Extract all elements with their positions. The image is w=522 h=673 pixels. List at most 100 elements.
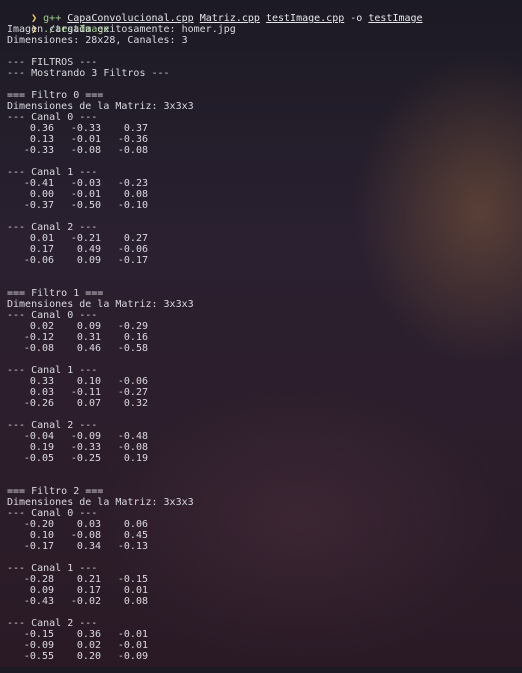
- matrix-value: 0.17: [29, 244, 54, 255]
- channel-header: --- Canal 2 ---: [7, 222, 98, 233]
- matrix-value: -0.08: [117, 442, 148, 453]
- matrix-value: -0.06: [117, 244, 148, 255]
- filter-header: === Filtro 1 ===: [7, 288, 104, 299]
- matrix-dimensions: Dimensiones de la Matriz: 3x3x3: [7, 101, 194, 112]
- matrix-value: 0.34: [76, 541, 101, 552]
- matrix-value: 0.09: [76, 255, 101, 266]
- matrix-value: -0.04: [23, 431, 54, 442]
- matrix-value: -0.01: [70, 189, 101, 200]
- matrix-row: 0.17 0.49 -0.06: [7, 244, 519, 255]
- matrix-value: 0.10: [29, 530, 54, 541]
- matrix-value: 0.09: [76, 321, 101, 332]
- matrix-value: -0.43: [23, 596, 54, 607]
- matrix-row: -0.55 0.20 -0.09: [7, 651, 519, 662]
- matrix-row: 0.02 0.09 -0.29: [7, 321, 519, 332]
- matrix-row: -0.12 0.31 0.16: [7, 332, 519, 343]
- matrix-value: 0.01: [123, 585, 148, 596]
- matrix-value: -0.06: [117, 376, 148, 387]
- matrix-value: -0.55: [23, 651, 54, 662]
- matrix-value: -0.01: [117, 629, 148, 640]
- matrix-value: 0.02: [29, 321, 54, 332]
- matrix-value: 0.32: [123, 398, 148, 409]
- matrix-row: 0.13 -0.01 -0.36: [7, 134, 519, 145]
- matrix-value: -0.02: [70, 596, 101, 607]
- file-link[interactable]: testImage.cpp: [266, 13, 344, 24]
- matrix-value: -0.33: [70, 442, 101, 453]
- matrix-value: 0.10: [76, 376, 101, 387]
- matrix-row: -0.20 0.03 0.06: [7, 519, 519, 530]
- file-link[interactable]: CapaConvolucional.cpp: [67, 13, 193, 24]
- matrix-value: -0.12: [23, 332, 54, 343]
- matrix-value: 0.03: [76, 519, 101, 530]
- matrix-value: -0.10: [117, 200, 148, 211]
- matrix-value: 0.00: [29, 189, 54, 200]
- matrix-value: -0.27: [117, 387, 148, 398]
- matrix-value: 0.31: [76, 332, 101, 343]
- program-output-header: Imagen cargada exitosamente: homer.jpg Di…: [7, 24, 519, 90]
- matrix-value: -0.50: [70, 200, 101, 211]
- matrix-value: -0.17: [23, 541, 54, 552]
- matrix-value: -0.36: [117, 134, 148, 145]
- filters-output: === Filtro 0 === Dimensiones de la Matriz…: [7, 90, 519, 673]
- matrix-value: 0.27: [123, 233, 148, 244]
- matrix-row: -0.05 -0.25 0.19: [7, 453, 519, 464]
- matrix-value: 0.16: [123, 332, 148, 343]
- file-link[interactable]: Matriz.cpp: [200, 13, 260, 24]
- matrix-value: -0.03: [70, 178, 101, 189]
- matrix-value: 0.08: [123, 189, 148, 200]
- command-line: ❯ g++ CapaConvolucional.cpp Matriz.cpp t…: [7, 2, 519, 24]
- matrix-value: -0.08: [23, 343, 54, 354]
- matrix-row: -0.33 -0.08 -0.08: [7, 145, 519, 156]
- matrix-value: 0.13: [29, 134, 54, 145]
- matrix-value: 0.36: [29, 123, 54, 134]
- matrix-value: -0.25: [70, 453, 101, 464]
- matrix-value: 0.08: [123, 596, 148, 607]
- matrix-value: -0.26: [23, 398, 54, 409]
- matrix-value: -0.08: [117, 145, 148, 156]
- matrix-value: 0.46: [76, 343, 101, 354]
- matrix-row: -0.09 0.02 -0.01: [7, 640, 519, 651]
- matrix-value: 0.33: [29, 376, 54, 387]
- matrix-row: 0.19 -0.33 -0.08: [7, 442, 519, 453]
- matrix-value: -0.13: [117, 541, 148, 552]
- command-flag: -o: [350, 13, 363, 24]
- terminal-window[interactable]: ❯ g++ CapaConvolucional.cpp Matriz.cpp t…: [7, 2, 519, 673]
- matrix-row: -0.17 0.34 -0.13: [7, 541, 519, 552]
- matrix-row: 0.01 -0.21 0.27: [7, 233, 519, 244]
- matrix-value: -0.33: [70, 123, 101, 134]
- matrix-value: 0.19: [29, 442, 54, 453]
- matrix-value: -0.33: [23, 145, 54, 156]
- matrix-value: 0.03: [29, 387, 54, 398]
- matrix-value: -0.08: [70, 145, 101, 156]
- matrix-row: 0.00 -0.01 0.08: [7, 189, 519, 200]
- matrix-value: -0.09: [23, 640, 54, 651]
- matrix-value: 0.36: [76, 629, 101, 640]
- matrix-value: 0.02: [76, 640, 101, 651]
- channel-header: --- Canal 1 ---: [7, 167, 98, 178]
- matrix-value: -0.11: [70, 387, 101, 398]
- channel-header: --- Canal 1 ---: [7, 563, 98, 574]
- matrix-value: 0.06: [123, 519, 148, 530]
- matrix-value: -0.28: [23, 574, 54, 585]
- matrix-value: -0.58: [117, 343, 148, 354]
- matrix-value: -0.09: [117, 651, 148, 662]
- matrix-value: 0.20: [76, 651, 101, 662]
- matrix-value: -0.17: [117, 255, 148, 266]
- matrix-row: -0.26 0.07 0.32: [7, 398, 519, 409]
- command-program: g++: [43, 13, 62, 24]
- output-line: Imagen cargada exitosamente: homer.jpg: [7, 24, 236, 35]
- file-link[interactable]: testImage: [368, 13, 422, 24]
- matrix-value: -0.37: [23, 200, 54, 211]
- matrix-value: -0.23: [117, 178, 148, 189]
- channel-header: --- Canal 1 ---: [7, 365, 98, 376]
- matrix-value: -0.01: [70, 134, 101, 145]
- filter-header: === Filtro 0 ===: [7, 90, 104, 101]
